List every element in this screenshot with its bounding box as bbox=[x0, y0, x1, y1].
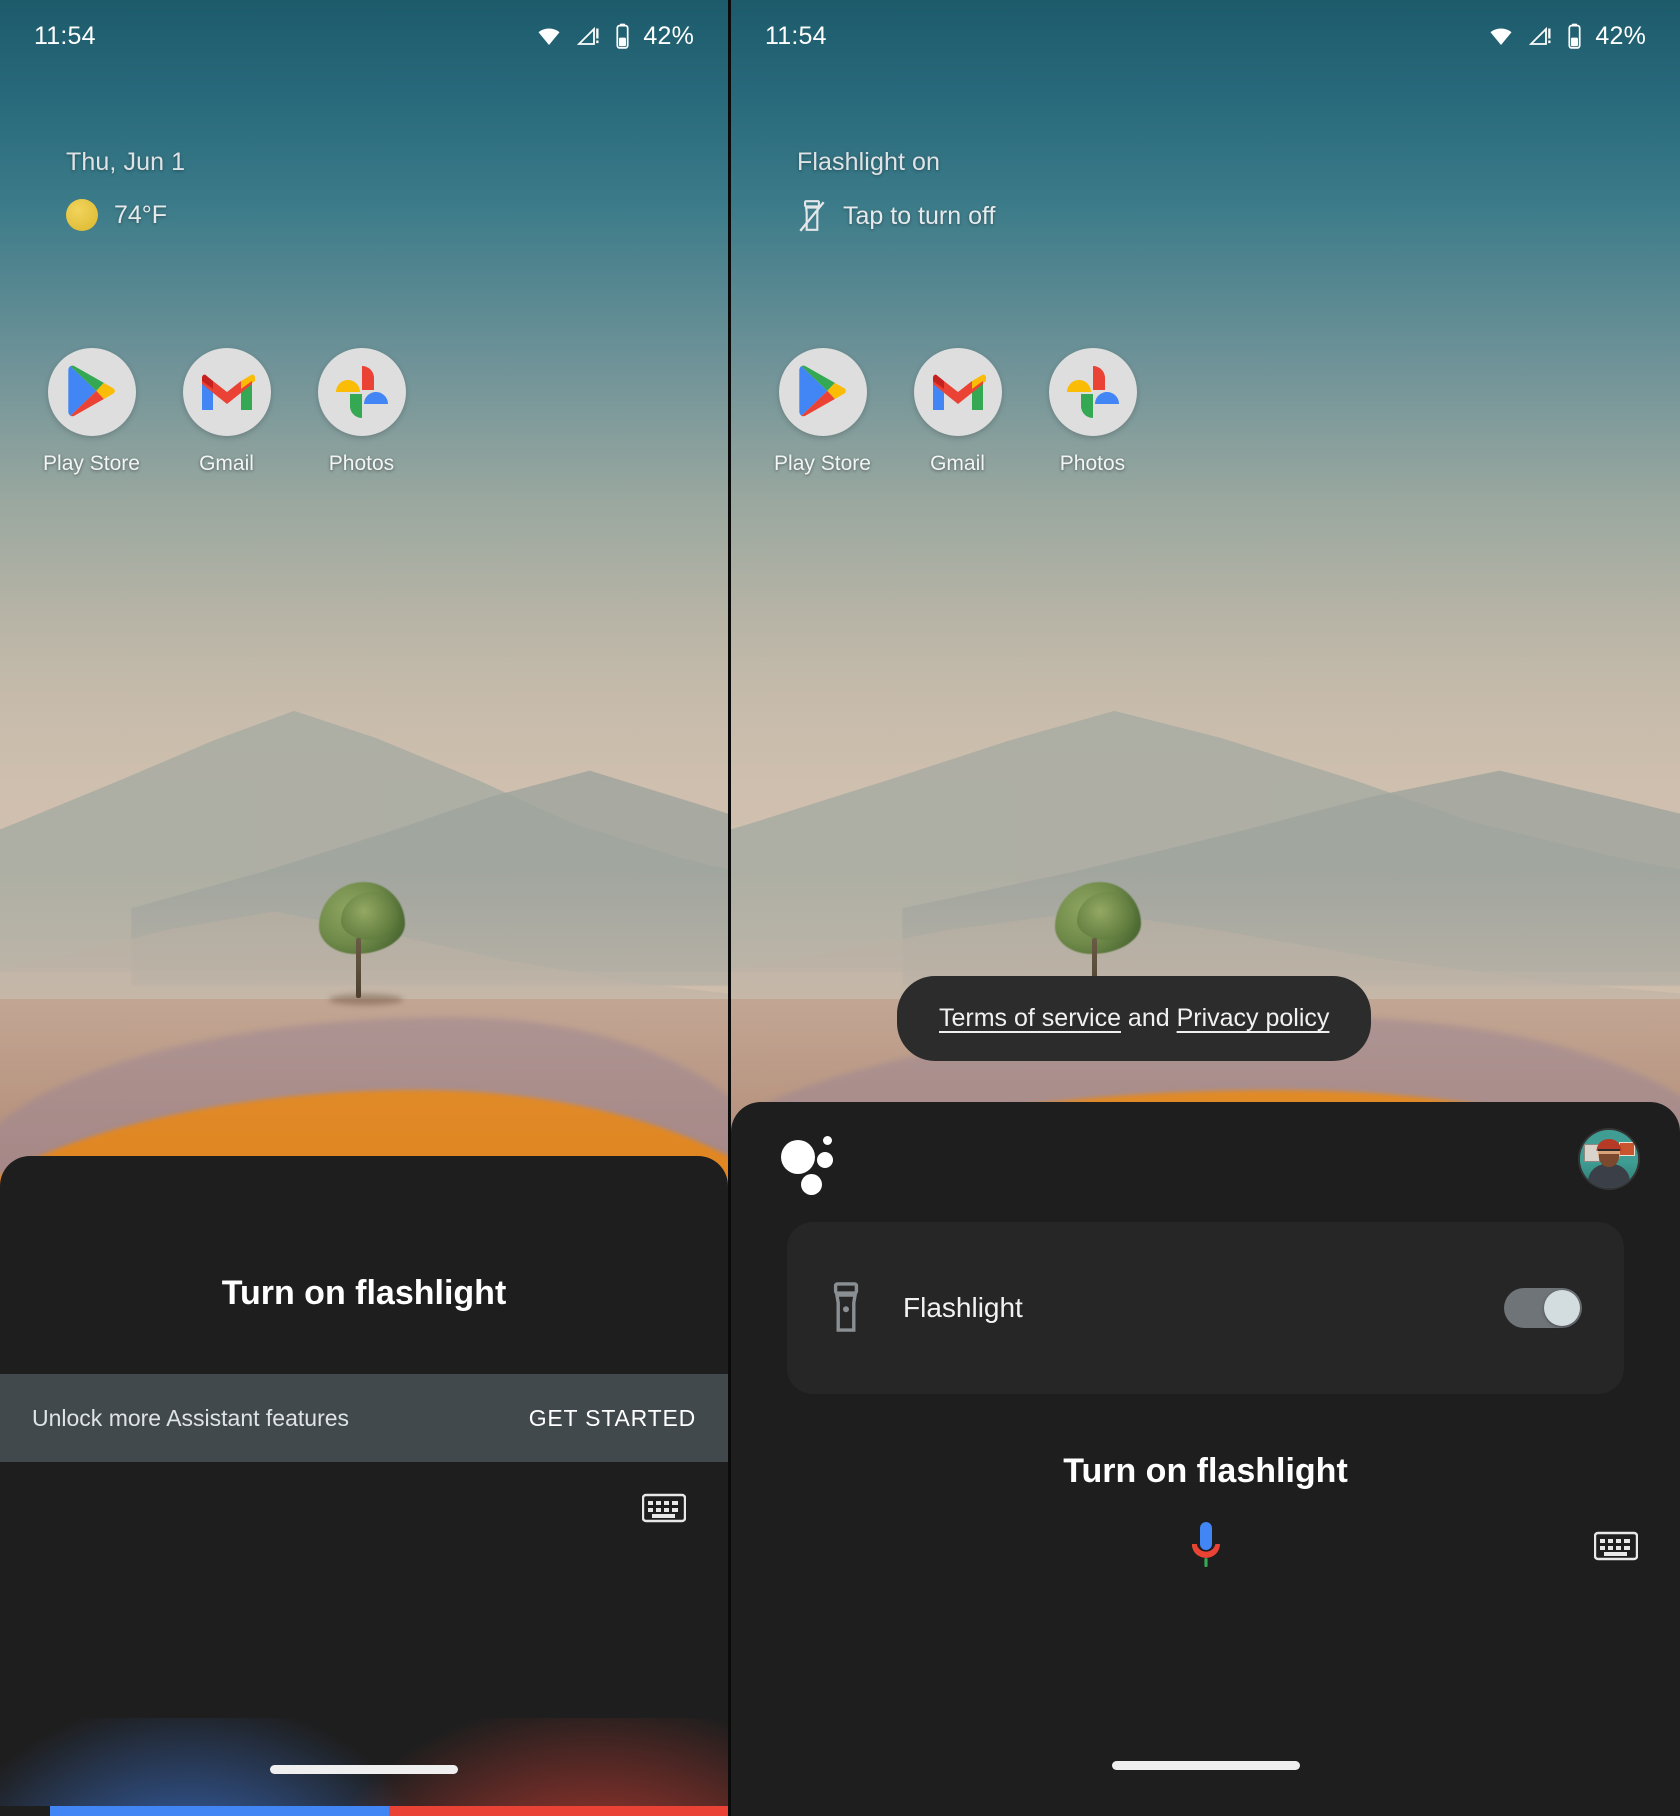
status-bar-right: 11:54 42% bbox=[731, 0, 1680, 72]
app-label: Play Store bbox=[43, 452, 140, 475]
assistant-sheet-left: Turn on flashlight Unlock more Assistant… bbox=[0, 1156, 728, 1816]
glance-date: Thu, Jun 1 bbox=[66, 148, 186, 176]
glance-flashlight-subtitle: Tap to turn off bbox=[843, 201, 996, 230]
at-a-glance-widget-right[interactable]: Flashlight on Tap to turn off bbox=[797, 148, 995, 233]
flashlight-tile-label: Flashlight bbox=[903, 1292, 1023, 1323]
dual-screenshot-stage: 11:54 42% Thu, Jun 1 74°F Play Store Gma… bbox=[0, 0, 1680, 1816]
glance-flashlight-action[interactable]: Tap to turn off bbox=[797, 199, 995, 233]
terms-conjunction: and bbox=[1120, 1004, 1177, 1032]
assistant-prompt-text: Turn on flashlight bbox=[1063, 1452, 1348, 1490]
assistant-promo-bar[interactable]: Unlock more Assistant features GET START… bbox=[0, 1374, 728, 1462]
play-store-icon bbox=[778, 348, 867, 436]
app-icon-gmail[interactable]: Gmail bbox=[890, 348, 1025, 476]
app-row-left: Play Store Gmail Photos bbox=[24, 348, 429, 476]
app-label: Play Store bbox=[774, 452, 871, 475]
assistant-prompt-text: Turn on flashlight bbox=[221, 1274, 507, 1312]
flashlight-control-tile[interactable]: Flashlight bbox=[787, 1222, 1624, 1394]
home-gesture-bar[interactable] bbox=[1111, 1761, 1300, 1770]
status-bar-left: 11:54 42% bbox=[0, 0, 728, 72]
at-a-glance-widget-left[interactable]: Thu, Jun 1 74°F bbox=[66, 148, 185, 231]
app-icon-photos[interactable]: Photos bbox=[294, 348, 429, 476]
wifi-icon bbox=[1490, 28, 1512, 45]
keyboard-icon[interactable] bbox=[641, 1492, 687, 1529]
google-photos-icon bbox=[1048, 348, 1137, 436]
terms-of-service-link[interactable]: Terms of service bbox=[939, 1004, 1121, 1032]
assistant-color-stripe bbox=[0, 1806, 728, 1816]
get-started-button[interactable]: GET STARTED bbox=[529, 1405, 696, 1432]
google-photos-icon bbox=[317, 348, 406, 436]
user-avatar[interactable] bbox=[1580, 1130, 1638, 1188]
app-label: Photos bbox=[328, 452, 395, 475]
keyboard-icon[interactable] bbox=[1593, 1530, 1639, 1567]
app-icon-play-store[interactable]: Play Store bbox=[755, 348, 890, 476]
gmail-icon bbox=[913, 348, 1002, 436]
glance-temperature: 74°F bbox=[114, 200, 168, 229]
flashlight-toggle[interactable] bbox=[1504, 1288, 1582, 1328]
app-label: Gmail bbox=[199, 452, 254, 475]
status-time: 11:54 bbox=[34, 21, 96, 50]
assistant-promo-text: Unlock more Assistant features bbox=[32, 1404, 350, 1431]
status-time: 11:54 bbox=[765, 21, 827, 50]
glance-weather[interactable]: 74°F bbox=[66, 199, 185, 231]
left-phone-screen: 11:54 42% Thu, Jun 1 74°F Play Store Gma… bbox=[0, 0, 728, 1816]
app-row-right: Play Store Gmail Photos bbox=[755, 348, 1160, 476]
assistant-sheet-right: Flashlight Turn on flashlight bbox=[731, 1102, 1680, 1816]
flashlight-icon bbox=[833, 1282, 859, 1332]
app-label: Gmail bbox=[930, 452, 985, 475]
app-icon-play-store[interactable]: Play Store bbox=[24, 348, 159, 476]
status-battery-percent: 42% bbox=[643, 21, 694, 50]
glance-flashlight-title: Flashlight on bbox=[797, 148, 941, 176]
play-store-icon bbox=[47, 348, 136, 436]
battery-icon bbox=[1568, 23, 1581, 49]
home-gesture-bar[interactable] bbox=[270, 1765, 458, 1774]
assistant-dots-icon bbox=[781, 1134, 837, 1196]
google-mic-icon[interactable] bbox=[1184, 1520, 1228, 1581]
app-icon-photos[interactable]: Photos bbox=[1025, 348, 1160, 476]
gmail-icon bbox=[182, 348, 271, 436]
app-icon-gmail[interactable]: Gmail bbox=[159, 348, 294, 476]
assistant-listening-glow bbox=[0, 1606, 728, 1816]
status-battery-percent: 42% bbox=[1595, 21, 1646, 50]
cellular-no-signal-icon bbox=[1529, 26, 1551, 45]
terms-privacy-chip: Terms of service and Privacy policy bbox=[897, 976, 1372, 1061]
cellular-no-signal-icon bbox=[577, 26, 599, 45]
wifi-icon bbox=[538, 28, 560, 45]
battery-icon bbox=[616, 23, 629, 49]
wallpaper-tree bbox=[307, 882, 417, 1005]
app-label: Photos bbox=[1059, 452, 1126, 475]
sun-icon bbox=[66, 199, 98, 231]
privacy-policy-link[interactable]: Privacy policy bbox=[1177, 1004, 1330, 1032]
right-phone-screen: 11:54 42% Flashlight on Tap to turn off … bbox=[731, 0, 1680, 1816]
flashlight-off-icon bbox=[799, 200, 825, 232]
